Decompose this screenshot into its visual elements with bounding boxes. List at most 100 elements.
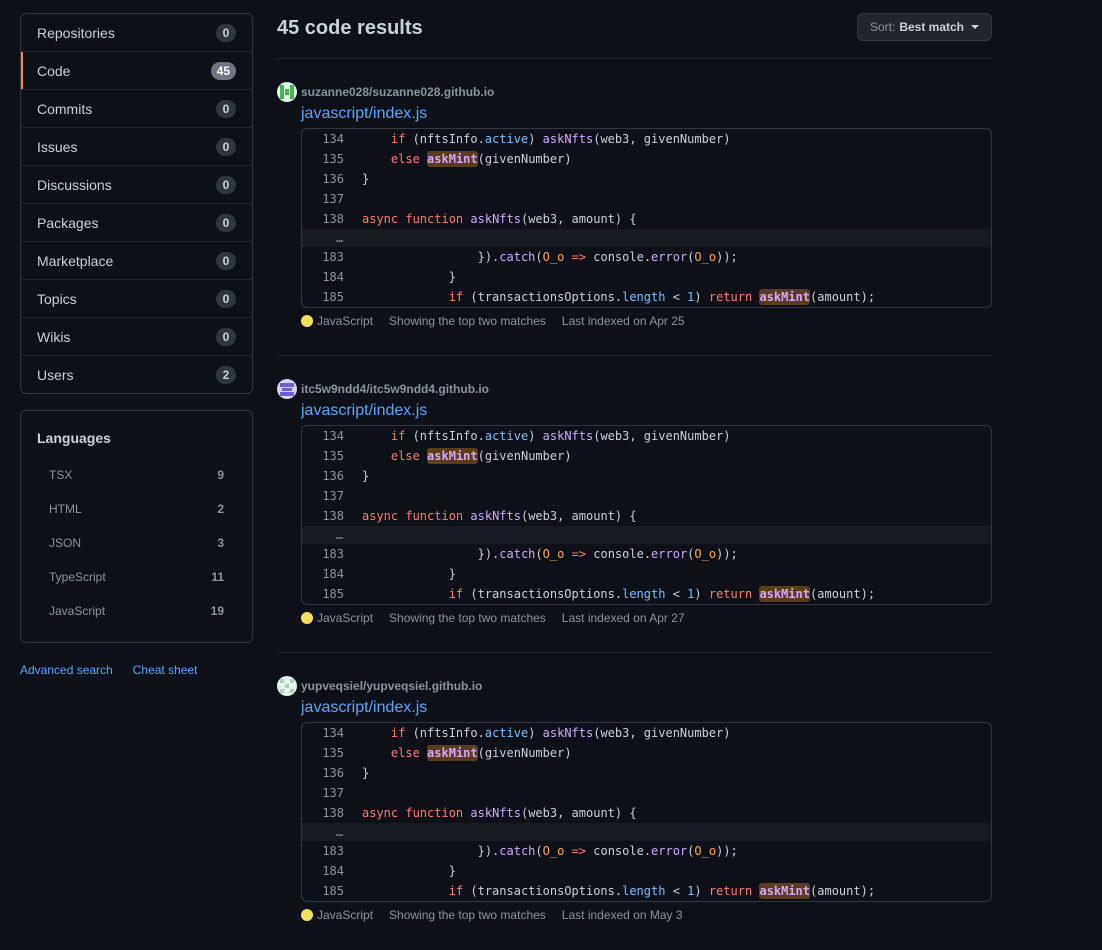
result-meta: JavaScript Showing the top two matches L… (301, 314, 992, 328)
search-type-nav: Repositories 0 Code 45 Commits 0 Issues … (20, 13, 253, 394)
nav-item-counter: 0 (216, 327, 236, 346)
language-count: 2 (217, 502, 224, 516)
language-name: JavaScript (49, 604, 106, 618)
result-meta: JavaScript Showing the top two matches L… (301, 611, 992, 625)
code-line: 136} (302, 763, 991, 783)
line-number: 137 (322, 192, 344, 206)
code-line: 184 } (302, 861, 991, 881)
nav-item-users[interactable]: Users 2 (21, 355, 252, 393)
code-result: yupveqsiel/yupveqsiel.github.io javascri… (277, 653, 992, 950)
line-number: 183 (322, 844, 344, 858)
nav-item-label: Issues (37, 138, 78, 155)
code-result: itc5w9ndd4/itc5w9ndd4.github.io javascri… (277, 356, 992, 653)
result-language: JavaScript (317, 314, 374, 328)
language-name: HTML (49, 502, 82, 516)
language-count: 19 (210, 604, 224, 618)
code-gap: … (302, 526, 991, 544)
file-path-link[interactable]: javascript/index.js (301, 402, 992, 420)
repo-name[interactable]: yupveqsiel/yupveqsiel.github.io (301, 679, 482, 693)
code-line: 184 } (302, 564, 991, 584)
code-line: 136} (302, 169, 991, 189)
language-dot-icon (301, 612, 313, 624)
line-number: 135 (322, 449, 344, 463)
code-snippet: 134 if (nftsInfo.active) askNfts(web3, g… (301, 425, 992, 605)
result-indexed: Last indexed on May 3 (561, 908, 683, 922)
nav-item-discussions[interactable]: Discussions 0 (21, 165, 252, 203)
code-line: 134 if (nftsInfo.active) askNfts(web3, g… (302, 129, 991, 149)
nav-item-commits[interactable]: Commits 0 (21, 89, 252, 127)
line-number: 184 (322, 567, 344, 581)
advanced-search-link[interactable]: Advanced search (20, 663, 113, 677)
nav-item-repositories[interactable]: Repositories 0 (21, 14, 252, 51)
repo-name[interactable]: suzanne028/suzanne028.github.io (301, 85, 494, 99)
line-number: 135 (322, 152, 344, 166)
language-count: 11 (211, 570, 224, 584)
code-line: 135 else askMint(givenNumber) (302, 446, 991, 466)
repo-name[interactable]: itc5w9ndd4/itc5w9ndd4.github.io (301, 382, 489, 396)
language-filter-typescript[interactable]: TypeScript 11 (37, 560, 236, 594)
line-number: 137 (322, 786, 344, 800)
code-line: 134 if (nftsInfo.active) askNfts(web3, g… (302, 426, 991, 446)
cheat-sheet-link[interactable]: Cheat sheet (133, 663, 198, 677)
line-number: 137 (322, 489, 344, 503)
language-dot-icon (301, 909, 313, 921)
nav-item-label: Commits (37, 100, 93, 117)
code-line: 134 if (nftsInfo.active) askNfts(web3, g… (302, 723, 991, 743)
result-matches: Showing the top two matches (389, 314, 546, 328)
results-title: 45 code results (277, 17, 423, 39)
nav-item-counter: 45 (210, 61, 236, 80)
code-snippet: 134 if (nftsInfo.active) askNfts(web3, g… (301, 128, 992, 308)
languages-title: Languages (37, 430, 111, 446)
nav-item-label: Users (37, 366, 74, 383)
code-line: 135 else askMint(givenNumber) (302, 149, 991, 169)
line-number: 184 (322, 270, 344, 284)
language-filter-tsx[interactable]: TSX 9 (37, 458, 236, 492)
code-line: 183 }).catch(O_o => console.error(O_o)); (302, 247, 991, 267)
result-language: JavaScript (317, 908, 374, 922)
results-header: 45 code results Sort: Best match (277, 13, 992, 59)
result-matches: Showing the top two matches (389, 611, 546, 625)
nav-item-code[interactable]: Code 45 (21, 51, 252, 89)
file-path-link[interactable]: javascript/index.js (301, 699, 992, 717)
line-number: 136 (322, 766, 344, 780)
code-line: 137 (302, 486, 991, 506)
code-line: 136} (302, 466, 991, 486)
language-filter-javascript[interactable]: JavaScript 19 (37, 594, 236, 628)
result-matches: Showing the top two matches (389, 908, 546, 922)
result-repo-line: suzanne028/suzanne028.github.io (277, 82, 992, 102)
nav-item-issues[interactable]: Issues 0 (21, 127, 252, 165)
nav-item-counter: 2 (216, 365, 236, 384)
code-line: 138 async function askNfts(web3, amount) … (302, 506, 991, 526)
nav-item-wikis[interactable]: Wikis 0 (21, 317, 252, 355)
ellipsis: … (336, 528, 344, 542)
ellipsis: … (336, 231, 344, 245)
language-name: JSON (49, 536, 82, 550)
identicon-icon (277, 676, 297, 696)
code-result: suzanne028/suzanne028.github.io javascri… (277, 59, 992, 356)
repo-avatar[interactable] (277, 379, 297, 399)
language-filter-html[interactable]: HTML 2 (37, 492, 236, 526)
line-number: 183 (322, 250, 344, 264)
nav-item-counter: 0 (216, 99, 236, 118)
line-number: 138 (322, 509, 344, 523)
sort-button[interactable]: Sort: Best match (856, 13, 992, 41)
line-number: 183 (322, 547, 344, 561)
result-indexed: Last indexed on Apr 25 (561, 314, 685, 328)
repo-avatar[interactable] (277, 82, 297, 102)
nav-item-marketplace[interactable]: Marketplace 0 (21, 241, 252, 279)
repo-avatar[interactable] (277, 676, 297, 696)
nav-item-label: Topics (37, 290, 77, 307)
nav-item-packages[interactable]: Packages 0 (21, 203, 252, 241)
nav-item-topics[interactable]: Topics 0 (21, 279, 252, 317)
search-sidebar: Repositories 0 Code 45 Commits 0 Issues … (20, 13, 253, 677)
line-number: 138 (322, 806, 344, 820)
file-path-link[interactable]: javascript/index.js (301, 105, 992, 123)
code-line: 183 }).catch(O_o => console.error(O_o)); (302, 841, 991, 861)
language-filter-json[interactable]: JSON 3 (37, 526, 236, 560)
code-gap: … (302, 229, 991, 247)
nav-item-label: Discussions (37, 176, 112, 193)
line-number: 136 (322, 469, 344, 483)
code-line: 185 if (transactionsOptions.length < 1) … (302, 881, 991, 901)
search-results: 45 code results Sort: Best match suzanne… (277, 13, 992, 950)
code-line: 184 } (302, 267, 991, 287)
